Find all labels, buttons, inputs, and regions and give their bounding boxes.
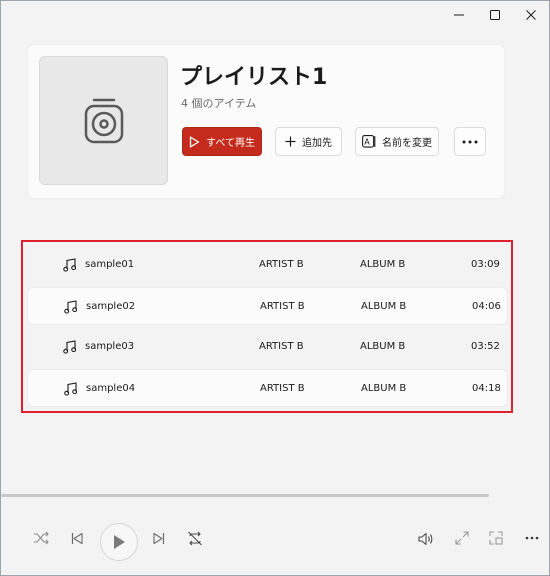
play-pause-button[interactable] [100,523,138,561]
play-all-label: すべて再生 [206,138,255,149]
track-album[interactable]: ALBUM B [361,383,406,394]
repeat-off-icon [188,531,202,546]
player-controls [1,511,550,571]
track-album[interactable]: ALBUM B [360,341,405,352]
track-row[interactable]: sample03 ARTIST B ALBUM B 03:52 [27,328,508,366]
track-duration: 04:18 [472,383,501,394]
add-to-button[interactable]: 追加先 [275,127,342,156]
add-to-label: 追加先 [302,138,332,149]
fullscreen-button[interactable] [455,531,469,545]
playlist-icon [84,98,123,143]
track-title: sample02 [86,301,136,312]
mini-player-button[interactable] [489,531,503,545]
music-note-icon [63,258,76,272]
close-icon [526,10,536,20]
more-options-button[interactable] [454,127,486,156]
rename-icon: A [362,135,376,148]
track-title: sample01 [85,259,135,270]
music-note-icon [64,382,77,396]
play-icon [189,136,200,147]
close-button[interactable] [513,1,549,29]
playlist-title: プレイリスト1 [180,65,328,90]
plus-icon [285,136,296,147]
play-icon [114,535,125,549]
mini-player-icon [489,531,503,545]
maximize-icon [490,10,500,20]
minimize-icon [454,14,464,16]
rename-button[interactable]: A 名前を変更 [355,127,439,156]
track-artist[interactable]: ARTIST B [259,341,304,352]
playlist-header: プレイリスト1 4 個のアイテム すべて再生 追加先 A 名前を変更 [28,45,504,198]
previous-button[interactable] [71,532,83,545]
music-note-icon [63,340,76,354]
track-album[interactable]: ALBUM B [361,301,406,312]
track-list: sample01 ARTIST B ALBUM B 03:09 sample02… [21,240,513,413]
shuffle-button[interactable] [33,531,49,545]
track-album[interactable]: ALBUM B [360,259,405,270]
expand-icon [455,531,469,545]
track-artist[interactable]: ARTIST B [260,301,305,312]
more-icon [525,536,539,540]
app-window: プレイリスト1 4 個のアイテム すべて再生 追加先 A 名前を変更 sampl… [0,0,550,576]
maximize-button[interactable] [477,1,513,29]
next-button[interactable] [153,532,165,545]
track-row[interactable]: sample02 ARTIST B ALBUM B 04:06 [27,287,508,325]
rename-label: 名前を変更 [382,138,432,149]
volume-button[interactable] [418,532,434,546]
window-controls [441,1,549,29]
track-title: sample04 [86,383,136,394]
previous-icon [71,532,83,545]
track-row[interactable]: sample01 ARTIST B ALBUM B 03:09 [27,246,508,284]
play-all-button[interactable]: すべて再生 [182,127,262,156]
track-title: sample03 [85,341,135,352]
next-icon [153,532,165,545]
track-row[interactable]: sample04 ARTIST B ALBUM B 04:18 [27,369,508,407]
player-more-button[interactable] [525,536,539,540]
playlist-cover [39,56,168,185]
minimize-button[interactable] [441,1,477,29]
shuffle-icon [34,531,49,545]
seek-bar[interactable] [1,494,489,497]
track-artist[interactable]: ARTIST B [259,259,304,270]
more-icon [462,140,478,143]
music-note-icon [64,300,77,314]
track-artist[interactable]: ARTIST B [260,383,305,394]
playlist-item-count: 4 個のアイテム [181,97,257,110]
volume-icon [418,532,433,546]
track-duration: 03:09 [471,259,500,270]
track-duration: 03:52 [471,341,500,352]
svg-text:A: A [364,138,370,147]
repeat-button[interactable] [187,531,203,546]
track-duration: 04:06 [472,301,501,312]
